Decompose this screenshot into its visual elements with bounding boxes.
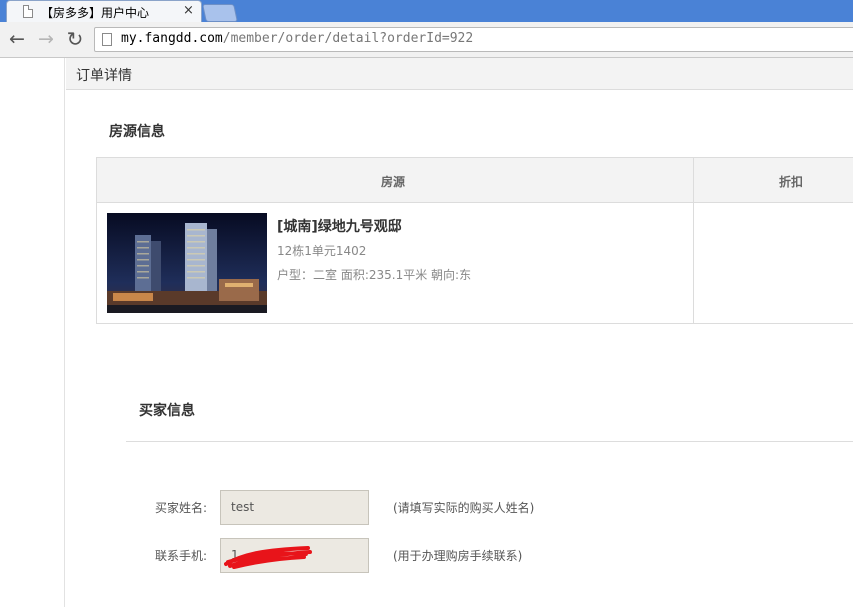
address-bar[interactable]: my.fangdd.com/member/order/detail?orderI… (94, 27, 853, 52)
browser-tab[interactable]: 【房多多】用户中心 × (6, 0, 202, 22)
house-section-title: 房源信息 (109, 124, 165, 140)
page-header: 订单详情 (66, 58, 853, 90)
reload-icon[interactable]: ↻ (65, 29, 85, 49)
section-divider (126, 441, 853, 442)
house-attributes: 户型：二室 面积:235.1平米 朝向:东 (277, 268, 472, 282)
left-sidebar (0, 58, 65, 607)
url-path: /member/order/detail?orderId=922 (222, 31, 474, 46)
new-tab-button[interactable] (202, 4, 238, 22)
page-icon (23, 5, 33, 18)
browser-toolbar: ← → ↻ my.fangdd.com/member/order/detail?… (0, 22, 853, 58)
house-photo[interactable] (107, 213, 267, 313)
page-title: 订单详情 (76, 68, 132, 84)
page-icon (102, 33, 112, 46)
column-header-house: 房源 (381, 175, 406, 189)
house-table: 房源 折扣 [城南]绿地九号观邸 12栋1单元1402 户型：二室 面积:235… (96, 157, 853, 324)
tab-strip: 【房多多】用户中心 × (0, 0, 853, 22)
house-photo-image (107, 213, 267, 313)
house-unit: 12栋1单元1402 (277, 244, 367, 258)
column-header-discount: 折扣 (779, 175, 804, 189)
buyer-name-label: 买家姓名: (154, 501, 207, 515)
buyer-name-input[interactable]: test (220, 490, 369, 525)
redaction-scribble (224, 546, 312, 569)
buyer-name-hint: (请填写实际的购买人姓名) (393, 501, 535, 515)
url-host: my.fangdd.com (121, 31, 223, 46)
phone-hint: (用于办理购房手续联系) (393, 549, 523, 563)
table-header: 房源 折扣 (97, 158, 853, 203)
close-icon[interactable]: × (183, 3, 194, 18)
column-divider (693, 158, 694, 323)
forward-arrow-icon[interactable]: → (36, 29, 56, 49)
buyer-section-title: 买家信息 (139, 403, 195, 419)
phone-label: 联系手机: (154, 549, 207, 563)
tab-title: 【房多多】用户中心 (41, 6, 150, 20)
url-text[interactable]: my.fangdd.com/member/order/detail?orderI… (121, 31, 473, 46)
house-name-link[interactable]: [城南]绿地九号观邸 (277, 216, 402, 236)
back-arrow-icon[interactable]: ← (7, 29, 27, 49)
